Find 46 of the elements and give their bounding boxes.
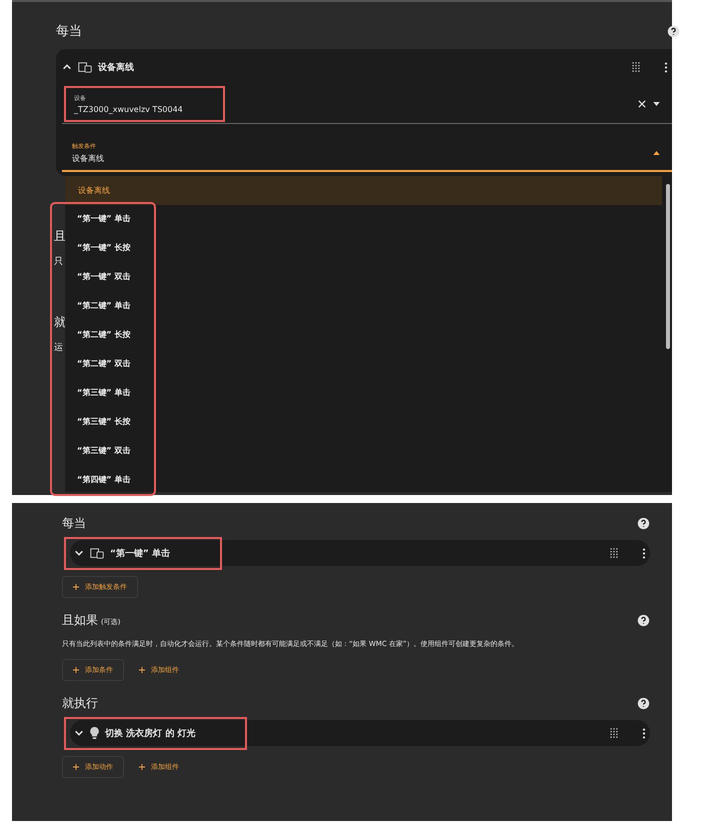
plus-icon [73,764,79,770]
more-options-icon[interactable] [642,728,646,738]
row-title: “第一键” 单击 [110,547,170,560]
dropdown-option[interactable]: “第一键” 单击 [64,204,154,233]
section-title: 每当 [62,515,86,532]
dropdown-option[interactable]: “第三键” 单击 [64,378,154,407]
dropdown-option[interactable]: “第二键” 单击 [64,291,154,320]
chevron-icon[interactable] [74,548,84,558]
row-title: 切换 洗衣房灯 的 灯光 [105,727,196,740]
help-icon[interactable] [637,697,650,710]
dropdown-option[interactable]: “第二键” 双击 [64,349,154,378]
light-bulb-icon [90,727,99,739]
covered-text: 且 [54,230,65,242]
drag-handle-icon[interactable] [610,548,618,558]
plus-icon [73,584,79,590]
drag-handle-icon[interactable] [610,728,618,738]
more-options-icon[interactable] [664,62,668,72]
help-icon[interactable] [667,24,680,38]
dropdown-option[interactable]: “第四键” 单击 [64,465,154,494]
dropdown-arrow-icon[interactable] [653,102,660,106]
more-options-icon[interactable] [642,548,646,558]
drag-handle-icon[interactable] [632,62,640,72]
covered-text: 只 [54,256,64,268]
plus-icon [73,667,79,673]
card-title: 设备离线 [98,61,134,74]
dropdown-arrow-icon[interactable] [653,151,660,155]
dropdown-option[interactable]: “第三键” 长按 [64,407,154,436]
dropdown-option[interactable]: 设备离线 [65,176,662,205]
plus-icon [139,764,145,770]
help-icon[interactable] [637,614,650,627]
device-icon [90,548,104,558]
plus-icon [139,667,145,673]
help-icon[interactable] [637,517,650,530]
clear-icon[interactable] [638,100,646,108]
covered-text: 就 [54,316,65,328]
chevron-icon[interactable] [62,62,72,72]
dropdown-option[interactable]: “第二键” 长按 [64,320,154,349]
dropdown-option[interactable]: “第一键” 长按 [64,233,154,262]
chevron-icon[interactable] [74,728,84,738]
dropdown-option[interactable]: “第三键” 双击 [64,436,154,465]
section-title: 每当 [56,23,82,40]
dropdown-option[interactable]: “第一键” 双击 [64,262,154,291]
section-title: 且如果 [62,612,98,629]
covered-text: 运 [54,342,64,354]
section-title: 就执行 [62,695,98,712]
device-icon [78,62,92,72]
